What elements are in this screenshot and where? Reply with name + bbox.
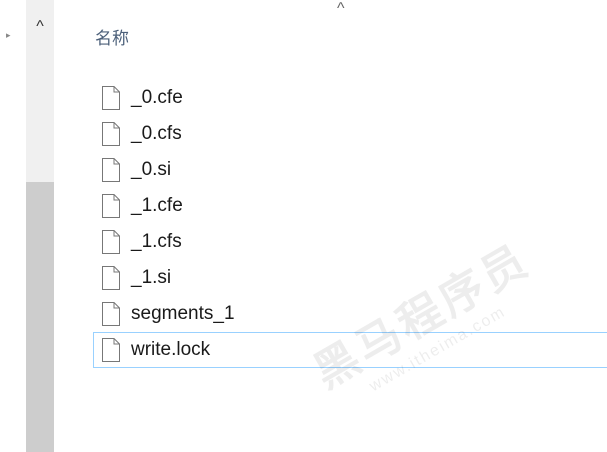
file-icon bbox=[102, 338, 120, 362]
file-row[interactable]: _1.cfe bbox=[93, 188, 607, 224]
file-row[interactable]: _1.si bbox=[93, 260, 607, 296]
file-explorer-view: ▸ ^ ^ 名称 _0.cfe _0.cfs _0.si _1.cfe _1.c… bbox=[0, 0, 607, 452]
file-name: _1.si bbox=[131, 267, 172, 288]
file-icon bbox=[102, 158, 120, 182]
file-name: segments_1 bbox=[131, 303, 235, 324]
file-icon bbox=[102, 302, 120, 326]
file-row[interactable]: segments_1 bbox=[93, 296, 607, 332]
file-name: _0.cfe bbox=[131, 87, 183, 108]
file-list: _0.cfe _0.cfs _0.si _1.cfe _1.cfs _1.si … bbox=[93, 80, 607, 368]
file-name: _1.cfs bbox=[131, 231, 182, 252]
file-name: _0.si bbox=[131, 159, 172, 180]
scroll-up-icon[interactable]: ^ bbox=[26, 0, 54, 70]
nav-pane-scrollbar[interactable]: ^ bbox=[26, 0, 54, 452]
file-row[interactable]: _0.si bbox=[93, 152, 607, 188]
file-icon bbox=[102, 122, 120, 146]
file-icon bbox=[102, 230, 120, 254]
file-name: _1.cfe bbox=[131, 195, 183, 216]
nav-expand-icon[interactable]: ▸ bbox=[6, 30, 11, 41]
file-icon bbox=[102, 266, 120, 290]
file-icon bbox=[102, 194, 120, 218]
file-row-selected[interactable]: write.lock bbox=[93, 332, 607, 368]
sort-ascending-icon: ^ bbox=[337, 0, 345, 17]
scrollbar-thumb[interactable] bbox=[26, 182, 54, 452]
file-row[interactable]: _0.cfe bbox=[93, 80, 607, 116]
file-name: write.lock bbox=[131, 339, 211, 360]
file-row[interactable]: _1.cfs bbox=[93, 224, 607, 260]
file-icon bbox=[102, 86, 120, 110]
file-row[interactable]: _0.cfs bbox=[93, 116, 607, 152]
file-name: _0.cfs bbox=[131, 123, 182, 144]
column-header-name[interactable]: 名称 bbox=[95, 24, 129, 49]
